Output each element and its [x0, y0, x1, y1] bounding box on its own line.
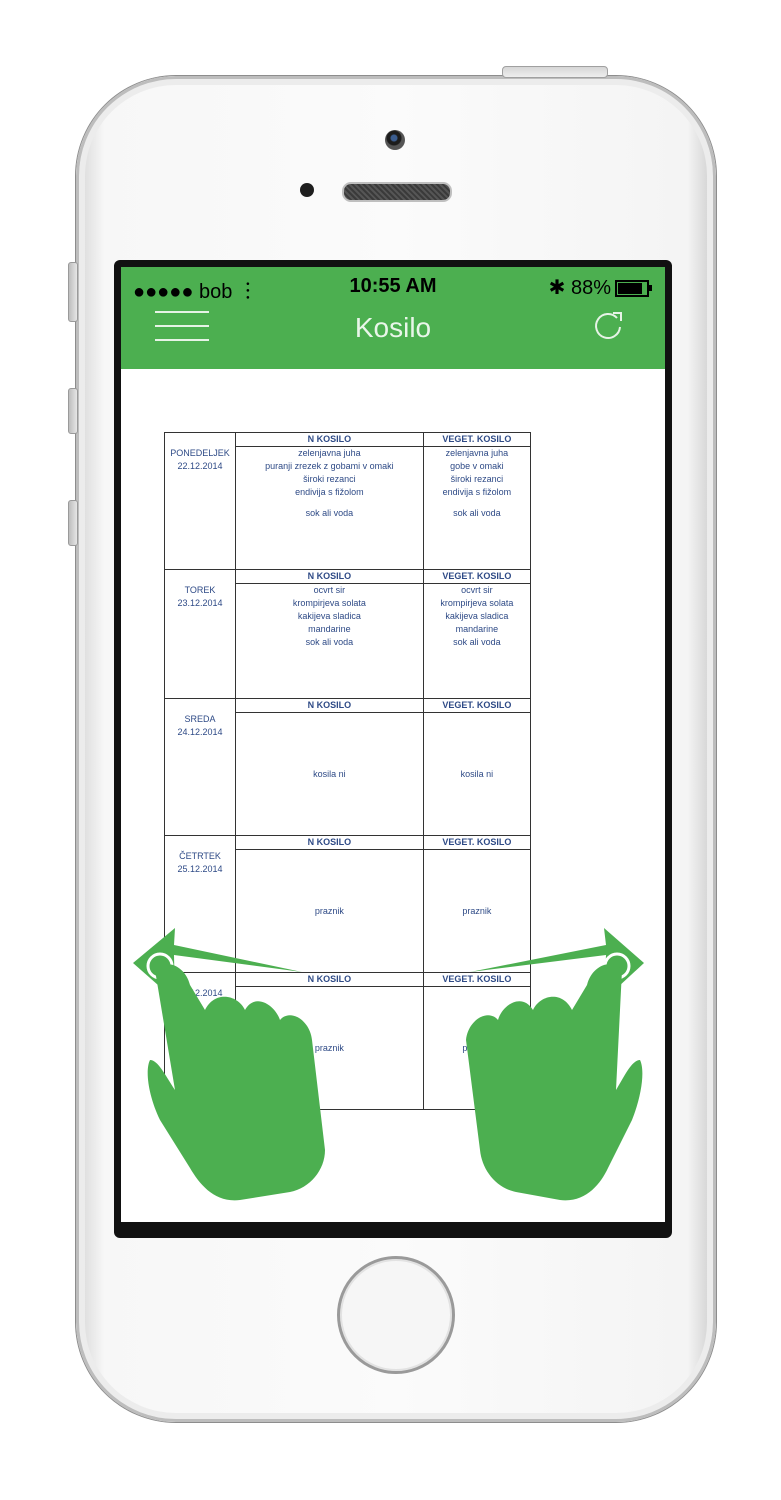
menu-item	[236, 499, 423, 507]
n-kosilo-cell: praznik	[235, 849, 424, 973]
menu-item: mandarine	[308, 624, 351, 635]
day-date: 24.12.2014	[177, 727, 223, 737]
volume-up-button	[68, 388, 78, 434]
table-header-row: TOREK 23.12.2014 N KOSILO VEGET. KOSILO	[164, 568, 532, 699]
column-header: VEGET. KOSILO	[422, 834, 532, 851]
day-name: ČETRTEK	[179, 851, 221, 861]
menu-item: sok ali voda	[453, 508, 501, 519]
menu-item: praznik	[462, 905, 492, 916]
menu-item: ocvrt sir	[313, 585, 346, 596]
page-title: Kosilo	[354, 312, 432, 343]
veget-kosilo-cell: kosila ni	[422, 712, 532, 836]
day-date: 23.12.2014	[177, 598, 223, 608]
veget-kosilo-cell: zelenjavna juha gobe v omaki široki rezanc…	[422, 446, 532, 570]
table-header-row: 26.12.2014 N KOSILO VEGET. KOSILO	[164, 971, 532, 1110]
day-name: SREDA	[184, 714, 216, 724]
menu-item	[424, 499, 530, 507]
column-header: N KOSILO	[235, 697, 424, 714]
menu-item: praznik	[314, 905, 344, 916]
sensor	[300, 183, 314, 197]
day-date: 22.12.2014	[177, 461, 223, 471]
camera-icon	[385, 130, 405, 150]
menu-item: endivija s fižolom	[442, 487, 512, 498]
menu-item: sok ali voda	[453, 637, 501, 648]
veget-kosilo-cell: praznik	[422, 986, 532, 1110]
home-button[interactable]	[337, 1256, 455, 1374]
lunch-menu-table: PONEDELJEK 22.12.2014 N KOSILO VEGET. KOSIL…	[164, 431, 532, 1110]
column-header: N KOSILO	[235, 971, 424, 988]
veget-kosilo-cell: praznik	[422, 849, 532, 973]
bluetooth-icon: ✱	[548, 277, 566, 299]
n-kosilo-cell: ocvrt sir krompirjeva solata kakijeva slad…	[235, 583, 424, 699]
battery-status: ✱ 88%	[548, 275, 652, 300]
day-cell: ČETRTEK 25.12.2014	[164, 835, 236, 973]
column-header: VEGET. KOSILO	[422, 971, 532, 988]
menu-item: široki rezanci	[303, 474, 356, 485]
day-date: 25.12.2014	[177, 864, 223, 874]
column-header: N KOSILO	[235, 834, 424, 851]
n-kosilo-cell: kosila ni	[235, 712, 424, 836]
mute-switch	[68, 262, 78, 322]
column-header: VEGET. KOSILO	[422, 568, 532, 585]
menu-item: puranji zrezek z gobami v omaki	[265, 461, 394, 472]
menu-item: praznik	[314, 1042, 344, 1053]
status-bar: ●●●●● bob ︙ 10:55 AM ✱ 88%	[121, 275, 665, 303]
day-name: PONEDELJEK	[170, 448, 230, 458]
day-name: TOREK	[184, 585, 216, 595]
menu-item: praznik	[462, 1042, 492, 1053]
day-cell: 26.12.2014	[164, 972, 236, 1110]
column-header: N KOSILO	[235, 431, 424, 448]
menu-item: zelenjavna juha	[445, 448, 509, 459]
column-header: N KOSILO	[235, 568, 424, 585]
menu-item: kosila ni	[313, 768, 346, 779]
battery-icon	[615, 280, 652, 298]
menu-item: ocvrt sir	[461, 585, 493, 596]
volume-down-button	[68, 500, 78, 546]
menu-item: sok ali voda	[305, 637, 354, 648]
menu-item: široki rezanci	[450, 474, 504, 485]
battery-percent: 88%	[570, 277, 611, 299]
refresh-icon[interactable]	[591, 309, 625, 343]
table-header-row: ČETRTEK 25.12.2014 N KOSILO VEGET. KOSILO	[164, 834, 532, 973]
menu-item: kakijeva sladica	[445, 611, 509, 622]
n-kosilo-cell: praznik	[235, 986, 424, 1110]
navbar: ●●●●● bob ︙ 10:55 AM ✱ 88% Kosilo	[121, 267, 665, 369]
app-screen: ●●●●● bob ︙ 10:55 AM ✱ 88% Kosilo PONEDE…	[121, 267, 665, 1222]
veget-kosilo-cell: ocvrt sir krompirjeva solata kakijeva slad…	[422, 583, 532, 699]
n-kosilo-cell: zelenjavna juha puranji zrezek z gobami v…	[235, 446, 424, 570]
menu-item: zelenjavna juha	[298, 448, 361, 459]
power-button	[502, 66, 608, 78]
menu-item: sok ali voda	[305, 508, 354, 519]
menu-item: mandarine	[455, 624, 499, 635]
column-header: VEGET. KOSILO	[422, 431, 532, 448]
menu-item: kosila ni	[460, 768, 494, 779]
menu-item: krompirjeva solata	[440, 598, 514, 609]
menu-item: krompirjeva solata	[292, 598, 366, 609]
day-date: 26.12.2014	[177, 988, 223, 998]
menu-item: gobe v omaki	[450, 461, 504, 472]
day-cell: SREDA 24.12.2014	[164, 698, 236, 836]
speaker-grille	[342, 182, 452, 202]
table-header-row: SREDA 24.12.2014 N KOSILO VEGET. KOSILO	[164, 697, 532, 836]
menu-item: endivija s fižolom	[295, 487, 364, 498]
column-header: VEGET. KOSILO	[422, 697, 532, 714]
day-cell: PONEDELJEK 22.12.2014	[164, 432, 236, 570]
menu-item: kakijeva sladica	[297, 611, 361, 622]
table-header-row: PONEDELJEK 22.12.2014 N KOSILO VEGET. KOSIL…	[164, 431, 532, 570]
day-cell: TOREK 23.12.2014	[164, 569, 236, 699]
